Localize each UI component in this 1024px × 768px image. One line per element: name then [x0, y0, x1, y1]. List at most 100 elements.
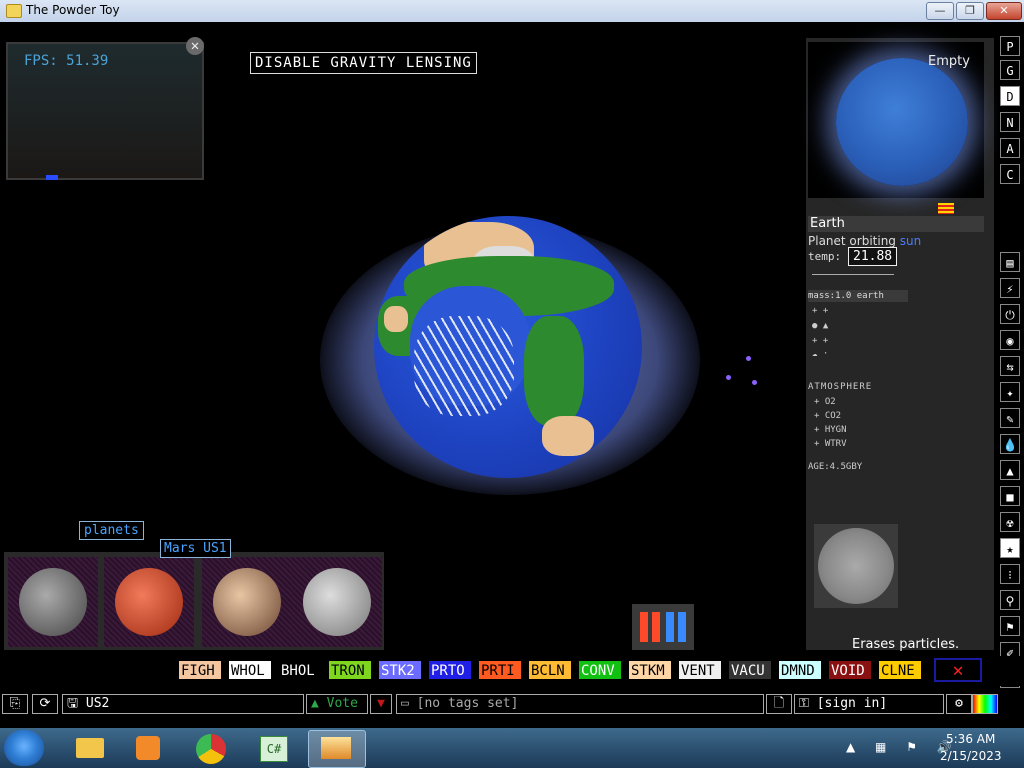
planet-thumb-pluto[interactable] — [202, 557, 292, 647]
extra-adjust-icons[interactable]: + + — [812, 336, 828, 346]
brush-preview-icon — [632, 604, 694, 650]
minimize-button[interactable]: — — [926, 2, 954, 20]
element-button-bhol[interactable]: BHOL — [278, 660, 322, 680]
planet-thumb-image — [115, 568, 183, 636]
toolbar-air-button[interactable]: A — [1000, 138, 1020, 158]
moon-dot — [746, 356, 751, 361]
favorites-icon[interactable]: ⚑ — [1000, 616, 1020, 636]
atmosphere-item[interactable]: + HYGN — [814, 425, 847, 435]
close-window-button[interactable]: ✕ — [986, 2, 1022, 20]
element-button-stkm[interactable]: STKM — [628, 660, 672, 680]
tags-field[interactable]: ▭ [no tags set] — [396, 694, 764, 714]
electronics-icon[interactable]: ⚡ — [1000, 278, 1020, 298]
solid-icon[interactable]: ■ — [1000, 486, 1020, 506]
render-options-button[interactable] — [972, 694, 998, 714]
clock-time[interactable]: 5:36 AM — [946, 732, 995, 746]
planet-thumb-moon[interactable] — [8, 557, 98, 647]
fps-scroll-marker — [46, 175, 58, 180]
power-icon[interactable]: ⏻ — [1000, 304, 1020, 324]
atmosphere-gas: WTRV — [824, 439, 847, 449]
gas-icon[interactable]: ✎ — [1000, 408, 1020, 428]
life-icon[interactable]: ⁝ — [1000, 564, 1020, 584]
reload-button[interactable]: ⟳ — [32, 694, 58, 714]
chrome-icon[interactable] — [184, 730, 240, 766]
window-title-bar: The Powder Toy — ❐ ✕ — [0, 0, 1024, 23]
radioactive-icon[interactable]: ☢ — [1000, 512, 1020, 532]
element-button-clne[interactable]: CLNE — [878, 660, 922, 680]
element-button-prti[interactable]: PRTI — [478, 660, 522, 680]
atmosphere-gas: HYGN — [824, 425, 847, 435]
toolbar-color-button[interactable]: C — [1000, 164, 1020, 184]
sensor-icon[interactable]: ◉ — [1000, 330, 1020, 350]
water-icons[interactable]: ● ▲ — [812, 321, 828, 331]
disable-gravity-lensing-button[interactable]: DISABLE GRAVITY LENSING — [250, 52, 477, 74]
app-icon — [6, 4, 22, 18]
element-button-whol[interactable]: WHOL — [228, 660, 272, 680]
planet-thumb-image — [213, 568, 281, 636]
temp-value-field[interactable]: 21.88 — [848, 247, 898, 266]
planet-thumb-image — [303, 568, 371, 636]
vote-up-button[interactable]: ▲ Vote — [306, 694, 368, 714]
element-button-tron[interactable]: TRON — [328, 660, 372, 680]
start-button[interactable] — [4, 730, 44, 766]
atmosphere-item[interactable]: + WTRV — [814, 439, 847, 449]
element-button-void[interactable]: VOID — [828, 660, 872, 680]
planet-hover-label: Mars US1 — [160, 539, 231, 558]
flag-icon[interactable] — [938, 203, 954, 214]
planet-thumb-mars[interactable] — [104, 557, 194, 647]
planets-category-label: planets — [79, 521, 144, 540]
new-simulation-button[interactable]: 🗋 — [766, 694, 792, 714]
atmosphere-item[interactable]: + O2 — [814, 397, 836, 407]
element-preview-icon — [818, 528, 894, 604]
save-name-field[interactable]: 🖫 US2 — [62, 694, 304, 714]
powder-icon[interactable]: ▲ — [1000, 460, 1020, 480]
temp-label: temp: — [808, 250, 842, 263]
orbiting-target[interactable]: sun — [900, 234, 921, 248]
planet-preview-image — [836, 58, 968, 186]
element-button-vacu[interactable]: VACU — [728, 660, 772, 680]
tools-icon[interactable]: ⚲ — [1000, 590, 1020, 610]
element-button-bcln[interactable]: BCLN — [528, 660, 572, 680]
temp-slider[interactable] — [812, 274, 894, 279]
vote-label: Vote — [326, 696, 358, 711]
force-icon[interactable]: ⇆ — [1000, 356, 1020, 376]
options-button[interactable]: ⚙ — [946, 694, 972, 714]
sign-in-label: [sign in] — [816, 696, 888, 711]
atmosphere-item[interactable]: + CO2 — [814, 411, 841, 421]
element-button-stk2[interactable]: STK2 — [378, 660, 422, 680]
explosive-icon[interactable]: ✦ — [1000, 382, 1020, 402]
powder-toy-taskbar-icon[interactable] — [308, 730, 366, 768]
sign-in-button[interactable]: ⚿ [sign in] — [794, 694, 944, 714]
toolbar-gravity-button[interactable]: G — [1000, 60, 1020, 80]
toolbar-nothing-button[interactable]: N — [1000, 112, 1020, 132]
atmosphere-gas: CO2 — [824, 411, 842, 421]
atmosphere-gas: O2 — [824, 397, 836, 407]
explorer-icon[interactable] — [62, 730, 118, 766]
element-button-conv[interactable]: CONV — [578, 660, 622, 680]
toolbar-pressure-button[interactable]: P — [1000, 36, 1020, 56]
clock-date[interactable]: 2/15/2023 — [940, 749, 1002, 763]
planet-thumb-mercury[interactable] — [292, 557, 382, 647]
orbiting-label: Planet orbiting sun — [808, 234, 921, 248]
element-button-figh[interactable]: FIGH — [178, 660, 222, 680]
erase-tool-selected[interactable]: ✕ — [934, 658, 982, 682]
fps-close-icon[interactable]: ✕ — [186, 37, 204, 55]
maximize-button[interactable]: ❐ — [956, 2, 984, 20]
csharp-editor-icon[interactable]: C# — [246, 730, 302, 766]
search-menu-icon[interactable]: ▤ — [1000, 252, 1020, 272]
mass-adjust-icons[interactable]: + + — [812, 306, 828, 316]
media-player-icon[interactable] — [120, 730, 176, 766]
special-icon[interactable]: ★ — [1000, 538, 1020, 558]
save-icon: 🖫 — [67, 696, 86, 711]
open-save-button[interactable]: ⎘ — [2, 694, 28, 714]
vote-down-button[interactable]: ▼ — [370, 694, 392, 714]
tags-text: [no tags set] — [416, 696, 519, 711]
cloud-icons[interactable]: ☁ · — [812, 349, 828, 359]
element-button-dmnd[interactable]: DMND — [778, 660, 822, 680]
liquid-icon[interactable]: 💧 — [1000, 434, 1020, 454]
moon-dot — [752, 380, 757, 385]
element-button-vent[interactable]: VENT — [678, 660, 722, 680]
toolbar-display-button[interactable]: D — [1000, 86, 1020, 106]
atmosphere-heading: ATMOSPHERE — [808, 382, 873, 392]
element-button-prto[interactable]: PRTO — [428, 660, 472, 680]
